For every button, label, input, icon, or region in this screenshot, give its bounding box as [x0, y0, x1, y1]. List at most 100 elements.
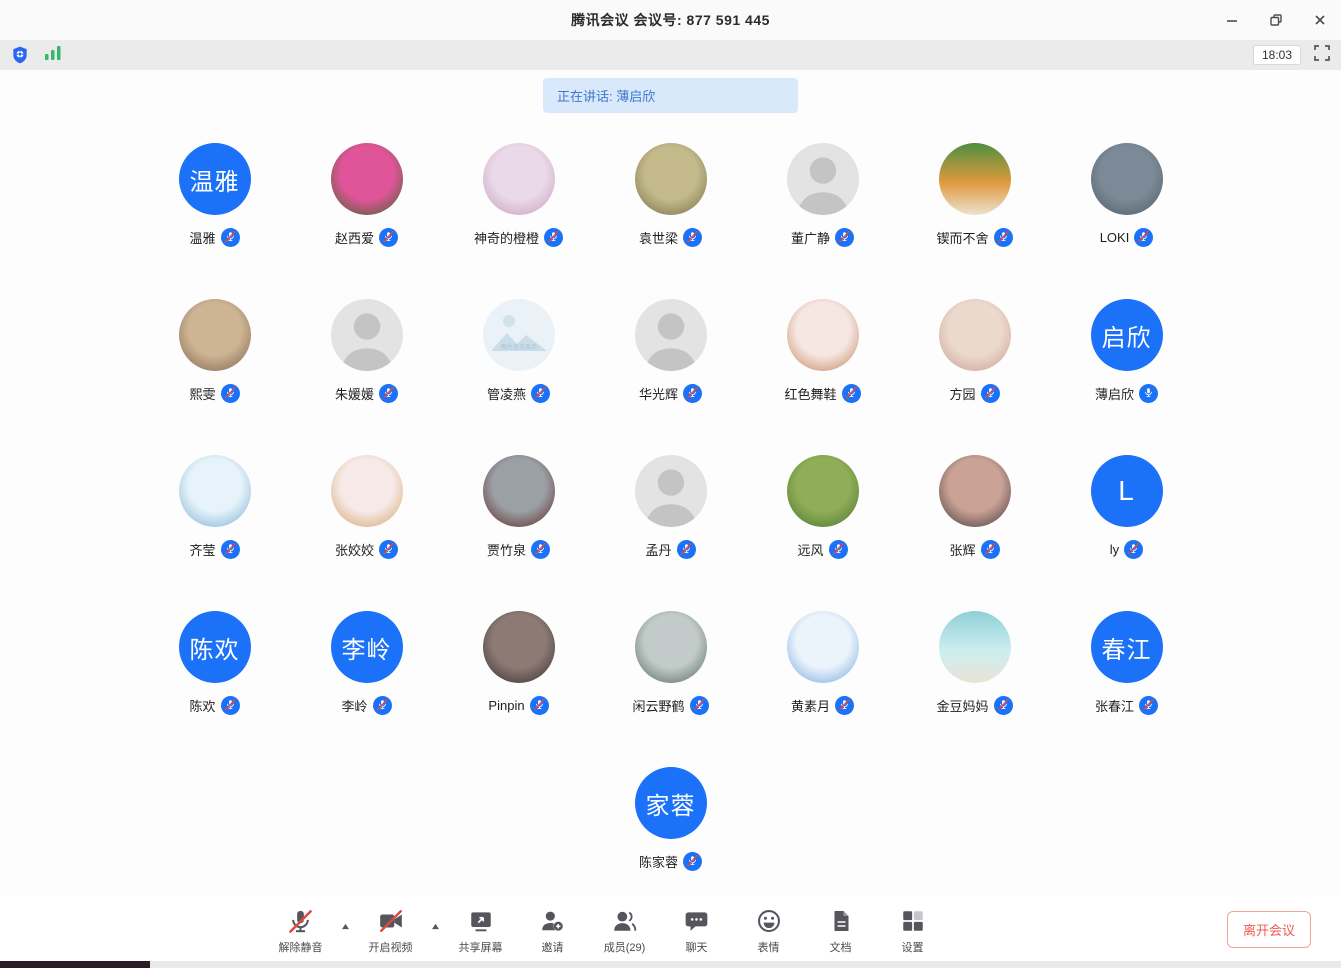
participant-avatar: [787, 455, 859, 527]
participant-avatar: [331, 299, 403, 371]
participant-tile[interactable]: 方园: [899, 299, 1051, 403]
mic-muted-badge-icon: [531, 384, 550, 403]
participant-avatar: 图片无法显示: [483, 299, 555, 371]
participant-tile[interactable]: Pinpin: [443, 611, 595, 715]
participant-tile[interactable]: 温雅 温雅: [139, 143, 291, 247]
participant-name: LOKI: [1100, 230, 1130, 245]
bottom-edge-strip: [0, 961, 1341, 968]
participant-avatar: 启欣: [1091, 299, 1163, 371]
mic-muted-badge-icon: [544, 228, 563, 247]
members-icon: [611, 907, 638, 935]
participant-avatar: [331, 143, 403, 215]
toolbar-settings-button[interactable]: 设置: [884, 907, 942, 955]
participant-avatar: [179, 299, 251, 371]
toolbar-mic-muted-button[interactable]: 解除静音: [272, 907, 330, 955]
participant-name: 张春江: [1095, 696, 1134, 715]
settings-icon: [900, 907, 926, 935]
toolbar-members-button[interactable]: 成员(29): [596, 907, 654, 955]
participant-name: ly: [1110, 542, 1119, 557]
participant-tile[interactable]: 远风: [747, 455, 899, 559]
participant-tile[interactable]: 黄素月: [747, 611, 899, 715]
restore-button[interactable]: [1267, 11, 1285, 29]
participant-name: 董广静: [791, 228, 830, 247]
participant-name: 温雅: [189, 228, 215, 247]
participant-name: 张辉: [949, 540, 975, 559]
participant-tile[interactable]: 图片无法显示 管凌燕: [443, 299, 595, 403]
toolbar-invite-button[interactable]: 邀请: [524, 907, 582, 955]
participant-tile[interactable]: 金豆妈妈: [899, 611, 1051, 715]
meeting-window: 腾讯会议 会议号: 877 591 445: [0, 0, 1341, 968]
fullscreen-icon[interactable]: [1313, 44, 1331, 67]
participant-tile[interactable]: 启欣 薄启欣: [1051, 299, 1203, 403]
participant-name: Pinpin: [488, 698, 524, 713]
participant-tile[interactable]: 红色舞鞋: [747, 299, 899, 403]
toolbar-chat-button[interactable]: 聊天: [668, 907, 726, 955]
mic-muted-badge-icon: [373, 696, 392, 715]
participant-tile[interactable]: LOKI: [1051, 143, 1203, 247]
participant-tile[interactable]: 闲云野鹤: [595, 611, 747, 715]
participant-avatar: 温雅: [179, 143, 251, 215]
participant-name: 陈欢: [189, 696, 215, 715]
participant-name: 朱媛媛: [335, 384, 374, 403]
participants-grid: 温雅 温雅 赵西爱 神奇的橙橙 袁世梁: [0, 143, 1341, 871]
participant-tile[interactable]: 赵西爱: [291, 143, 443, 247]
chat-icon: [683, 907, 710, 935]
participant-avatar: [483, 611, 555, 683]
participant-tile[interactable]: 董广静: [747, 143, 899, 247]
participant-tile[interactable]: 张辉: [899, 455, 1051, 559]
network-signal-icon[interactable]: [44, 45, 62, 66]
participant-tile[interactable]: 张姣姣: [291, 455, 443, 559]
title-bar: 腾讯会议 会议号: 877 591 445: [0, 0, 1341, 40]
participant-avatar: [635, 143, 707, 215]
mic-muted-badge-icon: [981, 540, 1000, 559]
mic-options-caret[interactable]: [340, 911, 352, 955]
participant-tile[interactable]: 齐莹: [139, 455, 291, 559]
participant-name: 金豆妈妈: [936, 696, 988, 715]
participant-tile[interactable]: 家蓉 陈家蓉: [595, 767, 747, 871]
minimize-button[interactable]: [1223, 11, 1241, 29]
mic-muted-badge-icon: [379, 384, 398, 403]
participant-tile[interactable]: 锲而不舍: [899, 143, 1051, 247]
participant-name: 贾竹泉: [487, 540, 526, 559]
participant-avatar: 春江: [1091, 611, 1163, 683]
participant-tile[interactable]: 李岭 李岭: [291, 611, 443, 715]
participant-avatar: [787, 299, 859, 371]
mic-muted-badge-icon: [221, 696, 240, 715]
mic-muted-badge-icon: [683, 228, 702, 247]
participant-tile[interactable]: 陈欢 陈欢: [139, 611, 291, 715]
participant-tile[interactable]: 神奇的橙橙: [443, 143, 595, 247]
participant-row: 家蓉 陈家蓉: [0, 767, 1341, 871]
toolbar-docs-button[interactable]: 文档: [812, 907, 870, 955]
participant-row: 温雅 温雅 赵西爱 神奇的橙橙 袁世梁: [0, 143, 1341, 247]
leave-meeting-button[interactable]: 离开会议: [1227, 911, 1311, 948]
mic-muted-badge-icon: [994, 228, 1013, 247]
participant-tile[interactable]: 贾竹泉: [443, 455, 595, 559]
toolbar-emoji-button[interactable]: 表情: [740, 907, 798, 955]
close-button[interactable]: [1311, 11, 1329, 29]
toolbar-camera-off-button[interactable]: 开启视频: [362, 907, 420, 955]
participant-tile[interactable]: L ly: [1051, 455, 1203, 559]
mic-muted-badge-icon: [835, 696, 854, 715]
meeting-security-shield-icon[interactable]: [10, 45, 30, 65]
participant-tile[interactable]: 袁世梁: [595, 143, 747, 247]
participant-tile[interactable]: 孟丹: [595, 455, 747, 559]
mic-muted-badge-icon: [221, 228, 240, 247]
participant-name: 齐莹: [189, 540, 215, 559]
participant-tile[interactable]: 春江 张春江: [1051, 611, 1203, 715]
participant-name: 赵西爱: [335, 228, 374, 247]
mic-muted-badge-icon: [994, 696, 1013, 715]
participant-avatar: [483, 455, 555, 527]
toolbar-share-screen-button[interactable]: 共享屏幕: [452, 907, 510, 955]
participant-avatar: [939, 299, 1011, 371]
participant-tile[interactable]: 朱媛媛: [291, 299, 443, 403]
mic-muted-badge-icon: [842, 384, 861, 403]
participant-avatar: [939, 143, 1011, 215]
participant-name: 孟丹: [645, 540, 671, 559]
camera-off-icon: [377, 907, 405, 935]
video-options-caret[interactable]: [430, 911, 442, 955]
participant-tile[interactable]: 华光辉: [595, 299, 747, 403]
participant-avatar: [179, 455, 251, 527]
participant-tile[interactable]: 熙雯: [139, 299, 291, 403]
mic-muted-badge-icon: [1139, 696, 1158, 715]
participant-avatar: [483, 143, 555, 215]
